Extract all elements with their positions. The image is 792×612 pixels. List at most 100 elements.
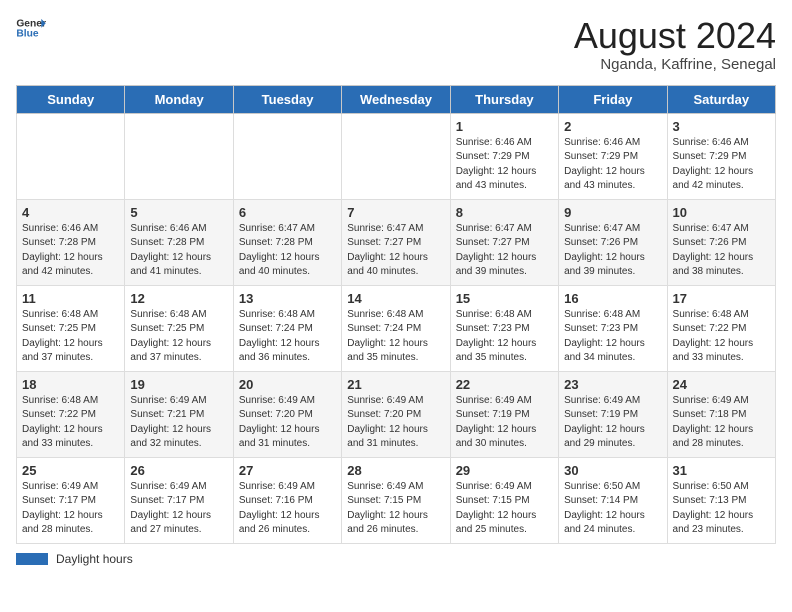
day-number: 31 (673, 463, 770, 478)
calendar-week-row: 25 Sunrise: 6:49 AMSunset: 7:17 PMDayligh… (17, 457, 776, 543)
day-number: 26 (130, 463, 227, 478)
calendar-cell: 11 Sunrise: 6:48 AMSunset: 7:25 PMDayligh… (17, 285, 125, 371)
cell-info: Sunrise: 6:50 AMSunset: 7:14 PMDaylight:… (564, 480, 661, 538)
cell-info: Sunrise: 6:48 AMSunset: 7:22 PMDaylight:… (22, 394, 119, 452)
cell-info: Sunrise: 6:49 AMSunset: 7:19 PMDaylight:… (564, 394, 661, 452)
cell-info: Sunrise: 6:48 AMSunset: 7:22 PMDaylight:… (673, 308, 770, 366)
cell-info: Sunrise: 6:49 AMSunset: 7:21 PMDaylight:… (130, 394, 227, 452)
day-number: 18 (22, 377, 119, 392)
day-number: 8 (456, 205, 553, 220)
calendar-cell: 29Sunrise: 6:49 AMSunset: 7:15 PMDayligh… (450, 457, 558, 543)
day-number: 13 (239, 291, 336, 306)
day-number: 12 (130, 291, 227, 306)
calendar-cell: 12 Sunrise: 6:48 AMSunset: 7:25 PMDayligh… (125, 285, 233, 371)
day-number: 24 (673, 377, 770, 392)
calendar-table: SundayMondayTuesdayWednesdayThursdayFrid… (16, 85, 776, 544)
cell-info: Sunrise: 6:46 AMSunset: 7:28 PMDaylight:… (22, 222, 119, 280)
day-number: 20 (239, 377, 336, 392)
calendar-cell: 15 Sunrise: 6:48 AMSunset: 7:23 PMDayligh… (450, 285, 558, 371)
calendar-cell: 16Sunrise: 6:48 AMSunset: 7:23 PMDayligh… (559, 285, 667, 371)
day-number: 3 (673, 119, 770, 134)
calendar-cell: 6 Sunrise: 6:47 AMSunset: 7:28 PMDaylight… (233, 199, 341, 285)
cell-info: Sunrise: 6:47 AMSunset: 7:28 PMDaylight:… (239, 222, 336, 280)
day-number: 7 (347, 205, 444, 220)
calendar-week-row: 11 Sunrise: 6:48 AMSunset: 7:25 PMDayligh… (17, 285, 776, 371)
cell-info: Sunrise: 6:49 AMSunset: 7:15 PMDaylight:… (347, 480, 444, 538)
day-number: 11 (22, 291, 119, 306)
day-of-week-header: Thursday (450, 85, 558, 113)
day-number: 4 (22, 205, 119, 220)
svg-text:Blue: Blue (16, 29, 39, 38)
cell-info: Sunrise: 6:49 AMSunset: 7:20 PMDaylight:… (239, 394, 336, 452)
calendar-cell: 18 Sunrise: 6:48 AMSunset: 7:22 PMDayligh… (17, 371, 125, 457)
day-of-week-header: Tuesday (233, 85, 341, 113)
day-number: 14 (347, 291, 444, 306)
cell-info: Sunrise: 6:46 AMSunset: 7:29 PMDaylight:… (564, 136, 661, 194)
day-number: 16 (564, 291, 661, 306)
day-number: 19 (130, 377, 227, 392)
cell-info: Sunrise: 6:47 AMSunset: 7:26 PMDaylight:… (673, 222, 770, 280)
logo: General Blue (16, 16, 46, 38)
legend: Daylight hours (16, 552, 776, 566)
day-number: 27 (239, 463, 336, 478)
calendar-week-row: 18 Sunrise: 6:48 AMSunset: 7:22 PMDayligh… (17, 371, 776, 457)
title-area: August 2024 Nganda, Kaffrine, Senegal (574, 16, 776, 73)
calendar-cell: 17Sunrise: 6:48 AMSunset: 7:22 PMDayligh… (667, 285, 775, 371)
calendar-cell: 7 Sunrise: 6:47 AMSunset: 7:27 PMDaylight… (342, 199, 450, 285)
cell-info: Sunrise: 6:47 AMSunset: 7:27 PMDaylight:… (456, 222, 553, 280)
calendar-cell: 5 Sunrise: 6:46 AMSunset: 7:28 PMDaylight… (125, 199, 233, 285)
cell-info: Sunrise: 6:50 AMSunset: 7:13 PMDaylight:… (673, 480, 770, 538)
daylight-legend-label: Daylight hours (56, 552, 133, 566)
calendar-body: 1 Sunrise: 6:46 AMSunset: 7:29 PMDaylight… (17, 113, 776, 543)
day-number: 25 (22, 463, 119, 478)
day-number: 10 (673, 205, 770, 220)
day-of-week-header: Saturday (667, 85, 775, 113)
page-subtitle: Nganda, Kaffrine, Senegal (574, 56, 776, 73)
calendar-cell: 2 Sunrise: 6:46 AMSunset: 7:29 PMDaylight… (559, 113, 667, 199)
calendar-cell: 21Sunrise: 6:49 AMSunset: 7:20 PMDayligh… (342, 371, 450, 457)
day-of-week-header: Wednesday (342, 85, 450, 113)
calendar-cell: 20 Sunrise: 6:49 AMSunset: 7:20 PMDayligh… (233, 371, 341, 457)
cell-info: Sunrise: 6:49 AMSunset: 7:18 PMDaylight:… (673, 394, 770, 452)
day-number: 15 (456, 291, 553, 306)
cell-info: Sunrise: 6:46 AMSunset: 7:29 PMDaylight:… (456, 136, 553, 194)
day-number: 30 (564, 463, 661, 478)
cell-info: Sunrise: 6:48 AMSunset: 7:25 PMDaylight:… (22, 308, 119, 366)
calendar-cell: 30 Sunrise: 6:50 AMSunset: 7:14 PMDayligh… (559, 457, 667, 543)
cell-info: Sunrise: 6:48 AMSunset: 7:25 PMDaylight:… (130, 308, 227, 366)
calendar-cell (342, 113, 450, 199)
calendar-cell: 19 Sunrise: 6:49 AMSunset: 7:21 PMDayligh… (125, 371, 233, 457)
days-of-week-row: SundayMondayTuesdayWednesdayThursdayFrid… (17, 85, 776, 113)
day-of-week-header: Friday (559, 85, 667, 113)
day-number: 6 (239, 205, 336, 220)
calendar-cell: 9Sunrise: 6:47 AMSunset: 7:26 PMDaylight… (559, 199, 667, 285)
day-number: 22 (456, 377, 553, 392)
cell-info: Sunrise: 6:48 AMSunset: 7:23 PMDaylight:… (456, 308, 553, 366)
cell-info: Sunrise: 6:49 AMSunset: 7:17 PMDaylight:… (130, 480, 227, 538)
calendar-cell: 28 Sunrise: 6:49 AMSunset: 7:15 PMDayligh… (342, 457, 450, 543)
calendar-week-row: 1 Sunrise: 6:46 AMSunset: 7:29 PMDaylight… (17, 113, 776, 199)
calendar-cell: 13Sunrise: 6:48 AMSunset: 7:24 PMDayligh… (233, 285, 341, 371)
day-number: 28 (347, 463, 444, 478)
day-number: 9 (564, 205, 661, 220)
cell-info: Sunrise: 6:49 AMSunset: 7:19 PMDaylight:… (456, 394, 553, 452)
cell-info: Sunrise: 6:46 AMSunset: 7:29 PMDaylight:… (673, 136, 770, 194)
calendar-cell: 23Sunrise: 6:49 AMSunset: 7:19 PMDayligh… (559, 371, 667, 457)
day-number: 2 (564, 119, 661, 134)
day-of-week-header: Monday (125, 85, 233, 113)
day-number: 1 (456, 119, 553, 134)
calendar-cell: 24 Sunrise: 6:49 AMSunset: 7:18 PMDayligh… (667, 371, 775, 457)
calendar-cell: 8 Sunrise: 6:47 AMSunset: 7:27 PMDaylight… (450, 199, 558, 285)
day-number: 21 (347, 377, 444, 392)
calendar-cell (17, 113, 125, 199)
calendar-cell (233, 113, 341, 199)
day-number: 5 (130, 205, 227, 220)
logo-icon: General Blue (16, 16, 46, 38)
calendar-cell: 25Sunrise: 6:49 AMSunset: 7:17 PMDayligh… (17, 457, 125, 543)
calendar-cell: 4 Sunrise: 6:46 AMSunset: 7:28 PMDaylight… (17, 199, 125, 285)
cell-info: Sunrise: 6:47 AMSunset: 7:27 PMDaylight:… (347, 222, 444, 280)
calendar-cell: 31 Sunrise: 6:50 AMSunset: 7:13 PMDayligh… (667, 457, 775, 543)
day-of-week-header: Sunday (17, 85, 125, 113)
calendar-header: SundayMondayTuesdayWednesdayThursdayFrid… (17, 85, 776, 113)
cell-info: Sunrise: 6:46 AMSunset: 7:28 PMDaylight:… (130, 222, 227, 280)
